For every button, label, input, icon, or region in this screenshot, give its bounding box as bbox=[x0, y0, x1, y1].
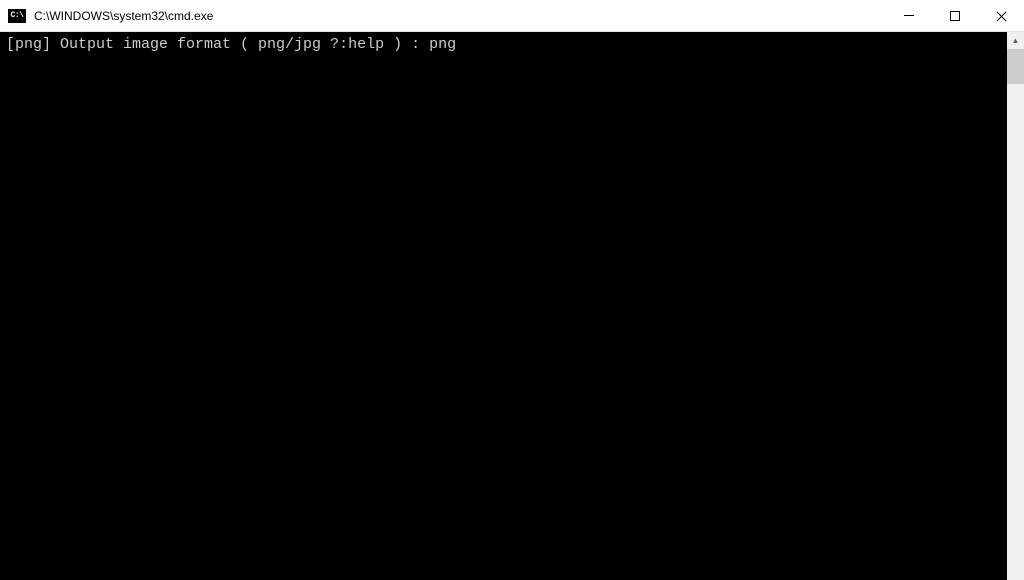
close-icon bbox=[996, 11, 1006, 21]
scroll-track[interactable] bbox=[1007, 49, 1024, 580]
window-title: C:\WINDOWS\system32\cmd.exe bbox=[34, 9, 213, 23]
prompt-default: [png] bbox=[6, 36, 51, 53]
prompt-text: Output image format ( png/jpg ?:help ) : bbox=[51, 36, 429, 53]
cmd-window: C:\ C:\WINDOWS\system32\cmd.exe [png] Ou… bbox=[0, 0, 1024, 580]
close-button[interactable] bbox=[978, 0, 1024, 31]
maximize-icon bbox=[950, 11, 960, 21]
scroll-thumb[interactable] bbox=[1007, 49, 1024, 84]
terminal-input-value: png bbox=[429, 36, 456, 53]
maximize-button[interactable] bbox=[932, 0, 978, 31]
scroll-up-arrow-icon[interactable]: ▲ bbox=[1007, 32, 1024, 49]
terminal-content[interactable]: [png] Output image format ( png/jpg ?:he… bbox=[0, 32, 1007, 580]
minimize-button[interactable] bbox=[886, 0, 932, 31]
titlebar[interactable]: C:\ C:\WINDOWS\system32\cmd.exe bbox=[0, 0, 1024, 32]
minimize-icon bbox=[904, 15, 914, 16]
window-controls bbox=[886, 0, 1024, 31]
cmd-app-icon: C:\ bbox=[8, 9, 26, 23]
vertical-scrollbar[interactable]: ▲ bbox=[1007, 32, 1024, 580]
terminal-area: [png] Output image format ( png/jpg ?:he… bbox=[0, 32, 1024, 580]
